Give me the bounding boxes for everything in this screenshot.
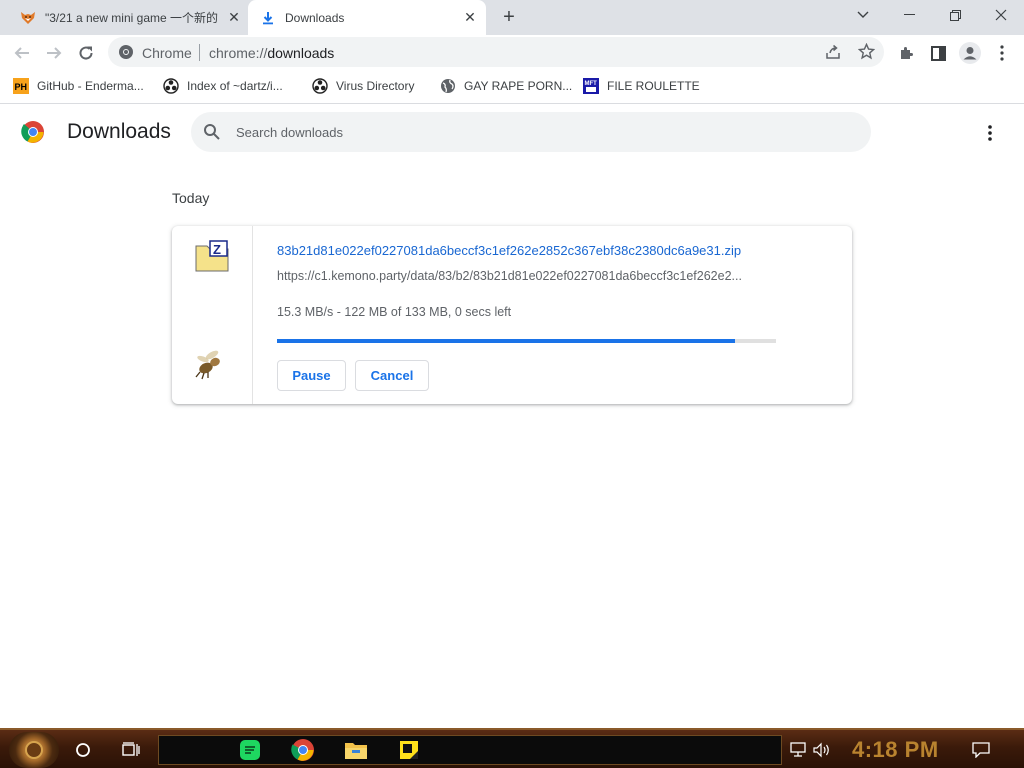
bookmark-label: GitHub - Enderma... <box>37 79 144 93</box>
file-explorer-icon[interactable] <box>340 734 372 766</box>
sticky-notes-icon[interactable] <box>393 734 425 766</box>
svg-text:Z: Z <box>213 242 221 257</box>
reload-icon[interactable] <box>73 40 99 66</box>
address-bar[interactable]: Chrome chrome://downloads <box>108 37 884 67</box>
bookmark-label: Virus Directory <box>336 79 415 93</box>
tab-mini-game[interactable]: "3/21 a new mini game 一个新的 ✕ <box>10 0 246 35</box>
url-host: downloads <box>267 45 335 61</box>
forward-icon[interactable] <box>41 40 67 66</box>
download-status: 15.3 MB/s - 122 MB of 133 MB, 0 secs lef… <box>277 305 512 319</box>
back-icon[interactable] <box>9 40 35 66</box>
cancel-button[interactable]: Cancel <box>355 360 429 391</box>
wasp-cursor-icon <box>192 346 228 382</box>
tab-title: "3/21 a new mini game 一个新的 <box>45 11 218 25</box>
close-tab-icon[interactable]: ✕ <box>226 9 242 26</box>
pause-button[interactable]: Pause <box>277 360 346 391</box>
biohazard-icon <box>163 78 179 94</box>
omnibox-divider <box>199 44 200 61</box>
bookmark-label: FILE ROULETTE <box>607 79 700 93</box>
downloads-header: Downloads <box>0 105 1024 161</box>
bookmark-github-enderman[interactable]: PH GitHub - Enderma... <box>13 77 144 95</box>
extensions-icon[interactable] <box>893 40 919 66</box>
profile-avatar-icon[interactable] <box>957 40 983 66</box>
search-icon <box>203 123 221 141</box>
close-window-icon[interactable] <box>978 0 1024 30</box>
tab-search-chevron-icon[interactable] <box>840 0 886 30</box>
download-file-link[interactable]: 83b21d81e022ef0227081da6beccf3c1ef262e28… <box>277 243 741 258</box>
bookmark-label: Index of ~dartz/i... <box>187 79 283 93</box>
globe-icon <box>440 78 456 94</box>
svg-text:PH: PH <box>15 82 28 92</box>
share-icon[interactable] <box>825 44 841 65</box>
download-progress-fill <box>277 339 735 343</box>
more-actions-icon[interactable] <box>978 121 1002 145</box>
task-view-icon[interactable] <box>115 734 147 766</box>
date-header: Today <box>172 190 210 206</box>
search-input[interactable] <box>236 112 836 152</box>
chrome-taskbar-icon[interactable] <box>287 734 319 766</box>
taskbar-clock[interactable]: 4:18 PM <box>852 737 939 763</box>
minimize-icon[interactable] <box>886 0 932 30</box>
tab-title: Downloads <box>285 10 345 25</box>
chrome-menu-icon[interactable] <box>989 40 1015 66</box>
bookmark-file-roulette[interactable]: MFT FILE ROULETTE <box>583 77 700 95</box>
page-title: Downloads <box>67 120 171 143</box>
cortana-search-icon[interactable] <box>67 734 99 766</box>
bookmark-virus-directory[interactable]: Virus Directory <box>312 77 414 95</box>
search-bar[interactable] <box>191 112 871 152</box>
bookmark-globe-site[interactable]: GAY RAPE PORN... <box>440 77 572 95</box>
spotify-icon[interactable] <box>234 734 266 766</box>
download-source-url[interactable]: https://c1.kemono.party/data/83/b2/83b21… <box>277 269 777 283</box>
download-icon <box>260 10 276 26</box>
chrome-logo-icon <box>21 120 45 144</box>
bookmark-label: GAY RAPE PORN... <box>464 79 573 93</box>
tab-strip: "3/21 a new mini game 一个新的 ✕ Downloads ✕… <box>0 0 1024 35</box>
ph-logo-icon: PH <box>13 78 29 94</box>
taskbar: 4:18 PM <box>0 728 1024 768</box>
notification-center-icon[interactable] <box>965 734 997 766</box>
download-item-icon-column: Z <box>172 226 253 404</box>
download-progress-bar <box>277 339 776 343</box>
bookmarks-bar: PH GitHub - Enderma... Index of ~dartz/i… <box>0 70 1024 104</box>
download-item: Z 83b21d81e022ef0227081da6beccf3c1ef262e… <box>172 226 852 404</box>
mft-logo-icon: MFT <box>583 78 599 94</box>
start-orb-icon <box>25 741 43 759</box>
bookmark-index-of-dartz[interactable]: Index of ~dartz/i... <box>163 77 283 95</box>
bookmark-star-icon[interactable] <box>857 42 876 65</box>
biohazard-icon <box>312 78 328 94</box>
start-button[interactable] <box>9 732 59 768</box>
fox-favicon-icon <box>20 10 36 26</box>
omnibox-scheme-label: Chrome <box>142 45 192 61</box>
restore-icon[interactable] <box>932 0 978 30</box>
toolbar: Chrome chrome://downloads <box>0 35 1024 70</box>
zip-file-icon: Z <box>195 240 229 272</box>
url-prefix: chrome:// <box>209 45 268 61</box>
new-tab-button[interactable]: + <box>498 6 520 28</box>
side-panel-icon[interactable] <box>925 40 951 66</box>
volume-icon[interactable] <box>806 734 838 766</box>
omnibox-url[interactable]: chrome://downloads <box>209 45 334 61</box>
close-tab-icon[interactable]: ✕ <box>462 9 478 26</box>
svg-text:MFT: MFT <box>585 81 598 87</box>
tab-downloads[interactable]: Downloads ✕ <box>248 0 486 35</box>
chrome-site-icon <box>118 44 134 65</box>
